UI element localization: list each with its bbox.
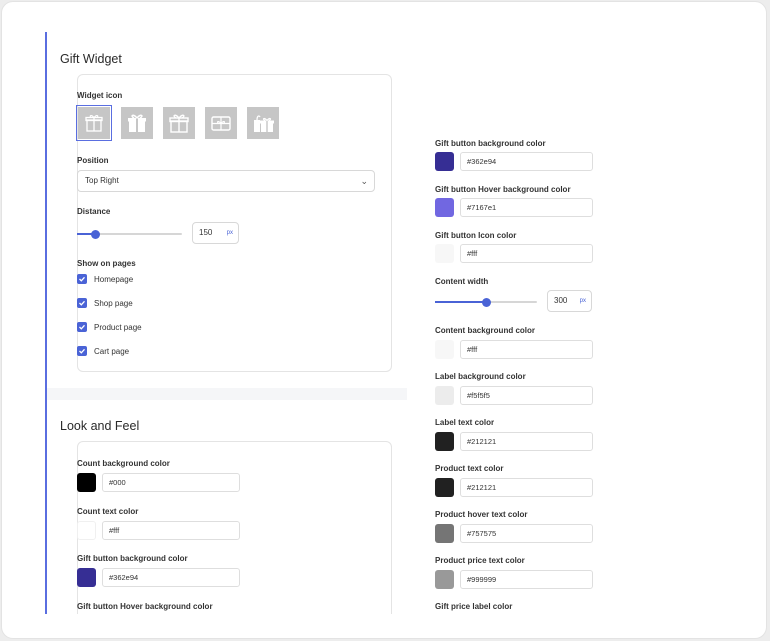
color-swatch[interactable] [435, 524, 454, 543]
look-and-feel-title: Look and Feel [60, 419, 140, 433]
gift-card-icon[interactable] [205, 107, 237, 139]
color-swatch[interactable] [77, 521, 96, 540]
position-select[interactable]: Top Right ⌄ [77, 170, 375, 192]
checkbox-checked-icon[interactable] [77, 346, 87, 356]
page-checkbox-homepage[interactable]: Homepage [77, 274, 133, 284]
content-width-label: Content width [435, 277, 489, 286]
gift-widget-panel: Gift Widget Widget icon Position Top Rig… [47, 32, 407, 388]
checkbox-checked-icon[interactable] [77, 322, 87, 332]
field-label: Product text color [435, 464, 504, 473]
field-label: Gift price label color [435, 602, 513, 611]
color-hex-input[interactable]: #fff [102, 521, 240, 540]
checkbox-checked-icon[interactable] [77, 274, 87, 284]
field-label: Content background color [435, 326, 535, 335]
gift-widget-title: Gift Widget [60, 52, 122, 66]
color-hex-input[interactable]: #362e94 [460, 152, 593, 171]
checkbox-label: Product page [94, 322, 142, 332]
distance-input[interactable]: 150 px [192, 222, 239, 244]
color-swatch[interactable] [435, 386, 454, 405]
color-swatch[interactable] [77, 473, 96, 492]
color-swatch[interactable] [435, 198, 454, 217]
color-swatch[interactable] [435, 340, 454, 359]
checkbox-label: Shop page [94, 298, 133, 308]
content-width-slider-thumb[interactable] [481, 297, 491, 307]
chevron-down-icon: ⌄ [360, 176, 368, 186]
gift-ribbon-icon[interactable] [163, 107, 195, 139]
right-settings-column: Gift button background color #362e94 Gif… [407, 32, 607, 614]
color-swatch[interactable] [435, 432, 454, 451]
color-hex-input[interactable]: #212121 [460, 478, 593, 497]
gift-present-icon[interactable] [121, 107, 153, 139]
field-label: Gift button background color [435, 139, 546, 148]
page-checkbox-shop[interactable]: Shop page [77, 298, 133, 308]
field-label: Gift button Icon color [435, 231, 517, 240]
position-selected-value: Top Right [85, 176, 119, 185]
distance-slider[interactable] [77, 229, 182, 239]
checkbox-label: Homepage [94, 274, 134, 284]
distance-label: Distance [77, 207, 111, 216]
field-label: Gift button background color [77, 554, 188, 563]
color-hex-input[interactable]: #fff [460, 340, 593, 359]
color-hex-input[interactable]: #000 [102, 473, 240, 492]
field-label: Product price text color [435, 556, 525, 565]
color-hex-input[interactable]: #fff [460, 244, 593, 263]
position-label: Position [77, 156, 109, 165]
distance-slider-thumb[interactable] [91, 229, 101, 239]
page-checkbox-cart[interactable]: Cart page [77, 346, 129, 356]
look-and-feel-panel: Look and Feel Count background color #00… [47, 400, 407, 614]
color-hex-input[interactable]: #757575 [460, 524, 593, 543]
checkbox-label: Cart page [94, 346, 130, 356]
color-swatch[interactable] [435, 152, 454, 171]
settings-frame: Gift Widget Widget icon Position Top Rig… [1, 1, 767, 639]
color-hex-input[interactable]: #362e94 [102, 568, 240, 587]
page-checkbox-product[interactable]: Product page [77, 322, 142, 332]
content-width-input[interactable]: 300 px [547, 290, 592, 312]
content-width-slider[interactable] [435, 297, 537, 307]
field-label: Count background color [77, 459, 170, 468]
field-label: Label background color [435, 372, 526, 381]
field-label: Label text color [435, 418, 495, 427]
gift-box-icon[interactable] [76, 105, 112, 141]
color-hex-input[interactable]: #7167e1 [460, 198, 593, 217]
field-label: Count text color [77, 507, 139, 516]
color-swatch[interactable] [435, 244, 454, 263]
field-label: Product hover text color [435, 510, 528, 519]
color-hex-input[interactable]: #f5f5f5 [460, 386, 593, 405]
distance-unit: px [226, 230, 233, 236]
content-width-slider-fill [435, 301, 486, 303]
color-hex-input[interactable]: #212121 [460, 432, 593, 451]
widget-icon-label: Widget icon [77, 91, 123, 100]
field-label: Gift button Hover background color [435, 185, 571, 194]
field-label: Gift button Hover background color [77, 602, 213, 611]
color-swatch[interactable] [435, 570, 454, 589]
content-width-value: 300 [554, 296, 568, 305]
left-settings-column: Gift Widget Widget icon Position Top Rig… [45, 32, 407, 614]
show-on-pages-label: Show on pages [77, 259, 136, 268]
gift-bag-icon[interactable] [247, 107, 279, 139]
distance-value: 150 [199, 228, 213, 237]
checkbox-checked-icon[interactable] [77, 298, 87, 308]
color-swatch[interactable] [77, 568, 96, 587]
content-width-unit: px [579, 298, 586, 304]
color-hex-input[interactable]: #999999 [460, 570, 593, 589]
color-swatch[interactable] [435, 478, 454, 497]
